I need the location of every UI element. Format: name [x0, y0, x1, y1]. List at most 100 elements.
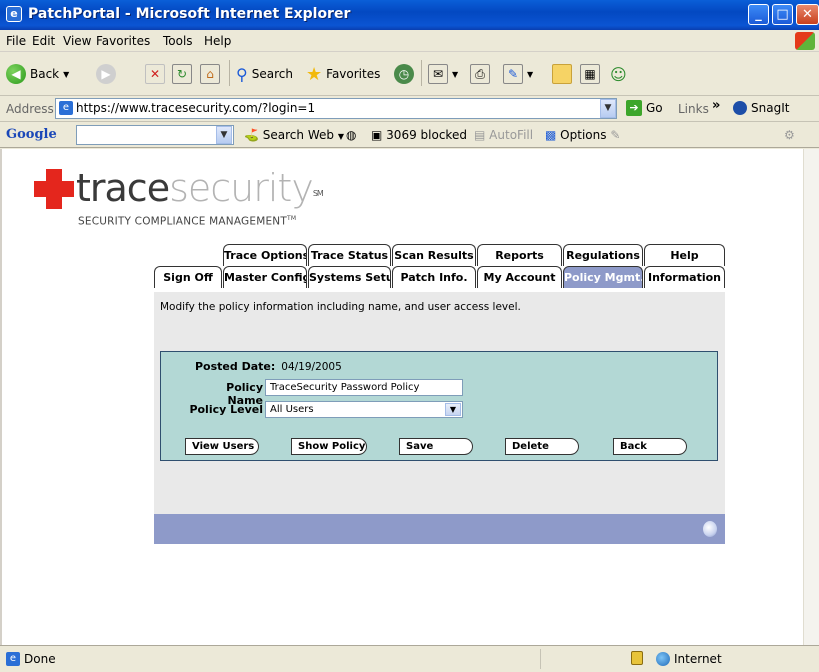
page-icon: e — [59, 101, 73, 115]
minimize-button[interactable]: _ — [748, 4, 769, 25]
menu-help[interactable]: Help — [204, 34, 231, 48]
options-button[interactable]: ▩ Options ✎ — [545, 128, 620, 142]
cross-logo-icon — [34, 169, 74, 209]
delete-button[interactable]: Delete — [505, 438, 579, 455]
mail-icon: ✉ — [428, 64, 448, 84]
chevron-down-icon: ▼ — [527, 69, 534, 79]
chevron-down-icon: ▼ — [452, 69, 459, 79]
vertical-scrollbar[interactable] — [803, 149, 819, 645]
options-icon: ▩ — [545, 128, 557, 142]
back-arrow-icon: ◀ — [6, 64, 26, 84]
maximize-button[interactable]: □ — [772, 4, 793, 25]
tab-help[interactable]: Help — [644, 244, 725, 266]
toolbar-overflow-icon[interactable]: ⚙ — [784, 128, 795, 142]
google-search-input[interactable] — [76, 125, 234, 145]
window-title-bar: e PatchPortal - Microsoft Internet Explo… — [0, 0, 819, 30]
address-label: Address — [6, 102, 54, 116]
search-web-button[interactable]: ⛳ Search Web ▼ — [244, 128, 344, 142]
ie-app-icon[interactable]: e — [6, 6, 22, 22]
tab-patch-info[interactable]: Patch Info. — [392, 266, 476, 288]
show-policy-button[interactable]: Show Policy — [291, 438, 367, 455]
address-dropdown[interactable]: ▼ — [600, 99, 616, 118]
back-button[interactable]: ◀ Back ▼ — [6, 62, 69, 86]
more-links-icon[interactable]: » — [712, 98, 720, 113]
status-done: e Done — [6, 652, 56, 666]
logo-word-security: security — [169, 166, 314, 210]
go-label: Go — [646, 101, 663, 115]
folder-icon — [552, 64, 572, 84]
tab-scan-results[interactable]: Scan Results — [392, 244, 476, 266]
popup-blocker-button[interactable]: ▣ 3069 blocked — [371, 128, 467, 142]
star-icon: ★ — [306, 63, 323, 85]
tab-my-account[interactable]: My Account — [477, 266, 562, 288]
page-content: tracesecuritySM SECURITY COMPLIANCE MANA… — [0, 149, 819, 645]
google-search-dropdown[interactable]: ▼ — [216, 126, 232, 144]
trademark: TM — [286, 215, 297, 222]
chevron-down-icon: ▼ — [445, 403, 461, 416]
edit-button[interactable]: ✎ ▼ — [503, 62, 533, 86]
home-button[interactable]: ⌂ — [200, 62, 220, 86]
policy-name-input[interactable]: TraceSecurity Password Policy — [265, 379, 463, 396]
menu-favorites[interactable]: Favorites — [96, 34, 150, 48]
swirl-icon — [703, 521, 717, 537]
tab-regulations[interactable]: Regulations — [563, 244, 643, 266]
zone-label: Internet — [674, 652, 722, 666]
tab-trace-status[interactable]: Trace Status — [308, 244, 391, 266]
address-input[interactable]: e https://www.tracesecurity.com/?login=1 — [55, 98, 617, 119]
refresh-button[interactable]: ↻ — [172, 62, 192, 86]
policy-level-select[interactable]: All Users ▼ — [265, 401, 463, 418]
autofill-icon: ▤ — [474, 128, 486, 142]
toolbar-separator — [229, 60, 230, 86]
google-logo[interactable]: Google — [6, 127, 57, 142]
service-mark: SM — [312, 189, 324, 198]
go-arrow-icon: ➔ — [626, 100, 642, 116]
pagerank-icon[interactable]: ◍ — [346, 128, 356, 142]
menu-edit[interactable]: Edit — [32, 34, 55, 48]
policy-panel: Modify the policy information including … — [154, 292, 725, 540]
address-url: https://www.tracesecurity.com/?login=1 — [76, 101, 316, 115]
menu-tools[interactable]: Tools — [163, 34, 193, 48]
forward-arrow-icon: ▶ — [96, 64, 116, 84]
menu-bar: File Edit View Favorites Tools Help — [0, 30, 819, 52]
logo-wordmark: tracesecuritySM — [76, 165, 324, 211]
page-description: Modify the policy information including … — [160, 301, 521, 313]
posted-date-label: Posted Date: — [195, 360, 276, 373]
policy-form: Posted Date: 04/19/2005 Policy Name Trac… — [160, 351, 718, 461]
favorites-button[interactable]: ★ Favorites — [306, 62, 380, 86]
back-button-form[interactable]: Back — [613, 438, 687, 455]
tab-reports[interactable]: Reports — [477, 244, 562, 266]
messenger-button[interactable]: ☺ — [610, 62, 627, 86]
tab-master-config[interactable]: Master Config — [223, 266, 307, 288]
tab-sign-off[interactable]: Sign Off — [154, 266, 222, 288]
research-button[interactable]: ▦ — [580, 62, 600, 86]
save-button[interactable]: Save — [399, 438, 473, 455]
windows-logo-icon — [795, 32, 815, 50]
history-button[interactable]: ◷ — [394, 62, 414, 86]
popup-blocker-icon: ▣ — [371, 128, 383, 142]
stop-button[interactable]: ✕ — [145, 62, 165, 86]
status-cells — [540, 649, 640, 669]
stop-icon: ✕ — [145, 64, 165, 84]
close-button[interactable]: ✕ — [796, 4, 819, 25]
tab-policy-mgmt[interactable]: Policy Mgmt. — [563, 266, 643, 288]
snagit-button[interactable]: SnagIt — [733, 101, 789, 115]
menu-view[interactable]: View — [63, 34, 91, 48]
print-button[interactable]: ⎙ — [470, 62, 490, 86]
folder-button[interactable] — [552, 62, 572, 86]
go-button[interactable]: ➔ Go — [626, 100, 663, 116]
google-toolbar: Google ▼ ⛳ Search Web ▼ ◍ ▣ 3069 blocked… — [0, 122, 819, 148]
search-button[interactable]: ⚲ Search — [236, 62, 293, 86]
menu-file[interactable]: File — [6, 34, 26, 48]
messenger-icon: ☺ — [610, 64, 627, 84]
binoculars-icon: ⛳ — [244, 128, 259, 142]
forward-button[interactable]: ▶ — [96, 62, 116, 86]
links-button[interactable]: Links — [678, 102, 709, 116]
tab-systems-setup[interactable]: Systems Setup — [308, 266, 391, 288]
autofill-button[interactable]: ▤ AutoFill — [474, 128, 533, 142]
mail-button[interactable]: ✉ ▼ — [428, 62, 458, 86]
tab-information[interactable]: Information — [644, 266, 725, 288]
lock-icon[interactable] — [631, 651, 643, 665]
view-users-button[interactable]: View Users — [185, 438, 259, 455]
page-footer-bar — [154, 514, 725, 544]
tab-trace-options[interactable]: Trace Options — [223, 244, 307, 266]
